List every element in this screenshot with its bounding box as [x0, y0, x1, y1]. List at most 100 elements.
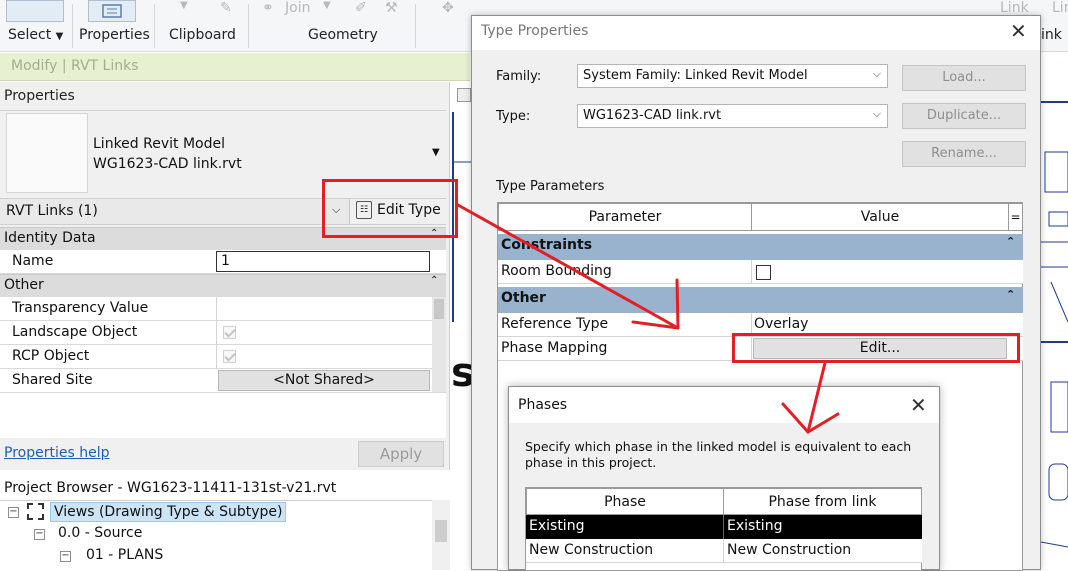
transparency-value-field[interactable] — [216, 297, 430, 320]
param-label: Phase Mapping — [501, 340, 608, 356]
dialog-title-bar: Type Properties ✕ — [472, 16, 1040, 50]
collapse-tree-icon[interactable]: − — [8, 507, 19, 518]
browser-scrollbar[interactable] — [432, 500, 450, 570]
project-browser: Project Browser - WG1623-11411-131st-v21… — [0, 474, 450, 570]
collapse-tree-icon[interactable]: − — [60, 551, 71, 562]
close-icon[interactable]: ✕ — [910, 393, 927, 417]
phases-table: Phase Phase from link Existing Existing … — [525, 487, 922, 571]
collapse-tree-icon[interactable]: − — [34, 529, 45, 540]
scrollbar-thumb[interactable] — [435, 520, 447, 542]
cut-geometry-icon[interactable]: ✐ — [355, 0, 367, 16]
paint-icon[interactable]: ⚒ — [385, 0, 398, 16]
family-select[interactable]: System Family: Linked Revit Model ⌵ — [577, 64, 888, 88]
chevron-down-icon: ⌵ — [872, 67, 881, 80]
tree-item-source[interactable]: 0.0 - Source — [58, 525, 142, 541]
phase-from-link-cell[interactable]: New Construction — [727, 542, 851, 558]
column-divider — [723, 515, 724, 539]
property-label: Shared Site — [12, 372, 93, 388]
type-preview-image — [6, 113, 88, 193]
paste-icon[interactable]: ✎ — [220, 0, 232, 16]
group-other[interactable]: Other ⌃ — [0, 274, 446, 297]
group-other-label: Other — [4, 277, 44, 293]
geometry-group-label: Geometry — [308, 27, 378, 43]
apply-button[interactable]: Apply — [358, 441, 444, 467]
move-icon[interactable]: ✥ — [442, 0, 454, 16]
instance-filter-dropdown[interactable]: RVT Links (1) ⌵ — [0, 199, 350, 224]
close-icon[interactable]: ✕ — [1010, 19, 1027, 43]
property-label: Transparency Value — [12, 300, 149, 316]
param-label: Room Bounding — [501, 263, 612, 279]
column-divider — [751, 260, 752, 284]
browser-tree: − Views (Drawing Type & Subtype) − 0.0 -… — [0, 500, 432, 570]
phase-cell: New Construction — [529, 542, 654, 558]
type-family-name: Linked Revit Model — [93, 136, 225, 152]
rename-button[interactable]: Rename... — [902, 141, 1026, 167]
phase-from-link-cell[interactable]: Existing — [727, 518, 782, 534]
landscape-value-cell — [216, 321, 430, 344]
phases-dialog: Phases ✕ Specify which phase in the link… — [508, 386, 940, 571]
clipboard-group-label: Clipboard — [169, 27, 236, 43]
dialog-title: Type Properties — [481, 23, 589, 39]
select-button[interactable]: Select ▼ — [8, 27, 63, 43]
property-label: Name — [12, 253, 54, 269]
type-select-value: WG1623-CAD link.rvt — [583, 108, 722, 123]
table-row[interactable]: Existing Existing — [526, 515, 922, 539]
column-header-phase-from-link[interactable]: Phase from link — [723, 488, 922, 515]
properties-help-link[interactable]: Properties help — [4, 445, 109, 461]
reference-type-value[interactable]: Overlay — [754, 316, 808, 332]
annotation-edit-type-box — [322, 179, 458, 238]
properties-empty-area — [0, 393, 446, 438]
column-header-value[interactable]: Value — [751, 203, 1009, 231]
context-tab-label: Modify | RVT Links — [11, 58, 139, 74]
family-label: Family: — [496, 69, 542, 84]
ribbon-separator — [248, 4, 249, 48]
join-button[interactable]: Join — [285, 0, 310, 16]
link-button[interactable]: Link — [1000, 0, 1029, 16]
property-row-landscape: Landscape Object — [0, 321, 446, 345]
collapse-icon[interactable]: ⌃ — [1006, 235, 1015, 248]
select-icon[interactable] — [6, 0, 64, 22]
tree-item-plans[interactable]: 01 - PLANS — [86, 547, 163, 563]
context-tab-bar: Modify | RVT Links — [0, 53, 470, 81]
property-label: Landscape Object — [12, 324, 138, 340]
clipboard-dropdown-icon[interactable]: ▼ — [180, 0, 188, 11]
group-constraints[interactable]: Constraints ⌃ — [498, 234, 1023, 260]
collapse-icon[interactable]: ⌃ — [430, 275, 438, 286]
landscape-checkbox[interactable] — [223, 326, 236, 339]
rcp-checkbox[interactable] — [223, 350, 236, 363]
join-icon[interactable]: ⚭ — [262, 0, 274, 16]
properties-palette: Properties Linked Revit Model WG1623-CAD… — [0, 82, 450, 470]
collapse-icon[interactable]: ⌃ — [1006, 288, 1015, 301]
shared-site-button[interactable]: <Not Shared> — [218, 370, 430, 391]
properties-icon[interactable] — [88, 0, 136, 22]
param-label: Reference Type — [501, 316, 609, 332]
duplicate-button[interactable]: Duplicate... — [902, 103, 1026, 129]
table-row[interactable]: New Construction New Construction — [526, 539, 922, 563]
properties-ribbon-button[interactable]: Properties — [79, 27, 150, 43]
property-row-name: Name 1 — [0, 250, 446, 274]
join-dropdown-icon[interactable]: ▼ — [323, 0, 331, 11]
properties-scrollbar[interactable] — [432, 297, 446, 392]
room-bounding-checkbox[interactable] — [756, 265, 771, 280]
group-other[interactable]: Other ⌃ — [498, 287, 1023, 313]
phases-title: Phases — [518, 397, 568, 413]
property-row-transparency: Transparency Value — [0, 297, 446, 321]
ribbon-separator — [415, 4, 416, 48]
column-header-parameter[interactable]: Parameter — [498, 203, 752, 231]
link-group-label: ink — [1041, 27, 1062, 43]
load-button[interactable]: Load... — [902, 65, 1026, 91]
phase-cell: Existing — [529, 518, 585, 534]
scrollbar-thumb[interactable] — [434, 299, 444, 319]
property-row-shared-site: Shared Site <Not Shared> — [0, 369, 446, 393]
views-icon — [27, 503, 44, 520]
column-header-phase[interactable]: Phase — [526, 488, 724, 515]
tree-item-views[interactable]: Views (Drawing Type & Subtype) — [50, 502, 287, 522]
group-label: Constraints — [501, 237, 593, 253]
column-header-formula[interactable]: = — [1008, 203, 1023, 231]
name-input[interactable]: 1 — [216, 251, 430, 272]
rcp-value-cell — [216, 345, 430, 368]
type-selector-dropdown-icon[interactable]: ▼ — [432, 147, 440, 158]
project-browser-title: Project Browser - WG1623-11411-131st-v21… — [4, 480, 337, 496]
link-button-2[interactable]: Lin — [1052, 0, 1068, 16]
type-select[interactable]: WG1623-CAD link.rvt ⌵ — [577, 104, 888, 128]
